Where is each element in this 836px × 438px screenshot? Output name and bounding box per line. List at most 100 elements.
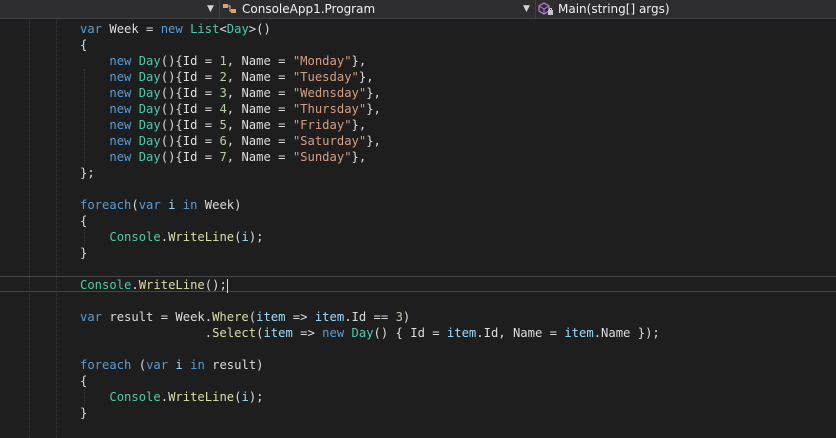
code-token: }, [351,118,367,132]
code-token: }, [366,134,381,148]
code-token: { [80,374,88,388]
code-token: => [292,326,323,340]
code-token: .Id, Name = [476,326,565,340]
code-line[interactable]: var result = Week.Where(item => item.Id … [80,309,410,325]
code-token: => [285,310,315,324]
code-token: .Name }); [593,326,660,340]
code-token: ); [248,230,264,244]
code-token: in [182,198,198,212]
code-token: "Monday" [292,54,352,68]
code-token: "Sunday" [292,150,352,164]
class-dropdown[interactable]: ConsoleApp1.Program [222,0,375,18]
code-token: (){Id = [160,70,220,84]
code-token: new [109,102,132,116]
code-token: }, [351,150,367,164]
code-token: } [80,246,88,260]
code-token: Day [226,22,249,36]
code-line[interactable]: { [80,213,87,229]
code-token: WriteLine [138,278,205,292]
code-token: item [446,326,477,340]
code-line[interactable]: }; [80,165,95,181]
code-line[interactable]: var Week = new List<Day>() [80,21,271,37]
code-token: item [256,310,286,324]
code-token: .Id == [344,310,396,324]
code-token: i [175,358,183,372]
code-token: Console [109,390,161,404]
code-token: 5 [219,118,227,132]
code-token: ( [131,198,139,212]
code-token: 7 [219,150,227,164]
code-token: , Name = [226,54,293,68]
code-line[interactable]: new Day(){Id = 4, Name = "Thursday"}, [80,101,381,117]
code-token: Day [138,54,161,68]
code-token: }, [358,70,374,84]
code-line[interactable]: new Day(){Id = 3, Name = "Wednsday"}, [80,85,381,101]
code-line[interactable]: Console.WriteLine(i); [80,389,263,405]
code-token: (){Id = [160,150,220,164]
code-token: }, [351,54,367,68]
code-line[interactable]: new Day(){Id = 7, Name = "Sunday"}, [80,149,366,165]
code-token: new [160,22,183,36]
nav-separator [535,0,536,18]
code-line[interactable]: new Day(){Id = 6, Name = "Saturday"}, [80,133,381,149]
code-line[interactable]: } [80,405,87,421]
text-caret [226,278,228,293]
member-dropdown-label: Main(string[] args) [558,2,670,16]
class-dropdown-label: ConsoleApp1.Program [242,2,376,16]
code-token: } [80,406,88,420]
code-token: () { Id = [373,326,447,340]
code-token: Day [138,86,161,100]
code-token: , Name = [226,118,293,132]
code-line[interactable]: .Select(item => new Day() { Id = item.Id… [80,325,660,341]
code-token: new [322,326,345,340]
code-line[interactable]: { [80,373,87,389]
member-dropdown[interactable]: Main(string[] args) [538,0,670,18]
code-line[interactable]: } [80,245,87,261]
code-line[interactable]: new Day(){Id = 2, Name = "Tuesday"}, [80,69,374,85]
code-token: { [80,38,88,52]
code-line[interactable]: foreach (var i in result) [80,357,264,373]
code-line[interactable]: new Day(){Id = 5, Name = "Friday"}, [80,117,366,133]
code-token: new [109,150,132,164]
code-editor[interactable]: var Week = new List<Day>(){ new Day(){Id… [0,19,836,438]
code-token: new [109,134,132,148]
code-token: Day [138,70,161,84]
code-token: item [564,326,594,340]
code-token: . [160,230,169,244]
code-token: 4 [219,102,227,116]
code-line[interactable]: { [80,37,87,53]
code-token: Day [138,118,161,132]
class-dropdown-arrow-icon[interactable]: ▼ [523,0,530,18]
code-token: ( [131,358,147,372]
code-token: , Name = [226,102,293,116]
code-token: , Name = [226,86,293,100]
code-line[interactable]: Console.WriteLine(i); [80,229,264,245]
indent-guide [56,19,57,438]
code-line[interactable]: Console.WriteLine(); [80,277,228,293]
nav-separator [219,0,220,18]
code-line[interactable]: new Day(){Id = 1, Name = "Monday"}, [80,53,366,69]
code-token: Week = [102,22,161,36]
code-token: foreach [80,198,132,212]
code-token: Day [138,102,161,116]
project-dropdown-arrow-icon[interactable]: ▼ [207,0,214,18]
code-token: (); [204,278,227,292]
code-token: Day [138,150,161,164]
code-token: 6 [219,134,227,148]
code-line[interactable]: foreach(var i in Week) [80,197,241,213]
code-token: "Wednsday" [292,86,367,100]
class-icon [222,2,238,16]
code-token: >() [248,22,271,36]
